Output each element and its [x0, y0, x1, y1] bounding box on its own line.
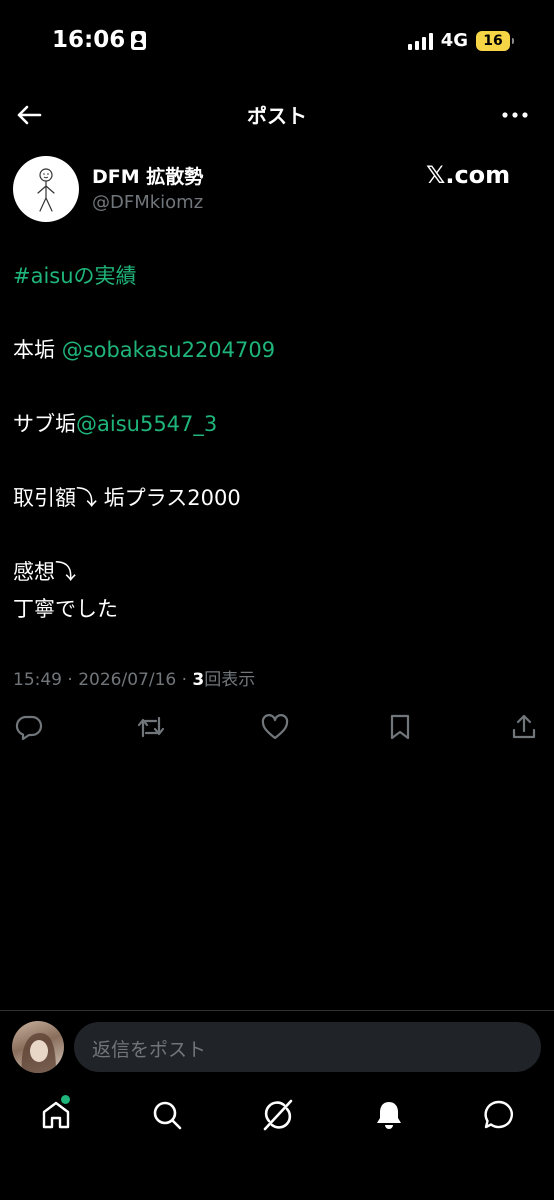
action-bar — [0, 710, 554, 744]
composer-divider — [0, 1010, 554, 1011]
author-avatar[interactable] — [13, 156, 79, 222]
post-time: 15:49 — [13, 670, 62, 690]
status-indicators: 4G 16 — [407, 30, 514, 51]
post-meta: 15:49 · 2026/07/16 · 3回表示 — [13, 665, 255, 690]
notifications-icon[interactable] — [372, 1098, 406, 1132]
post-line-impression: 感想⤵︎ — [13, 560, 76, 584]
meta-separator: · — [181, 670, 188, 690]
more-options-icon[interactable] — [500, 100, 530, 130]
meta-separator: · — [67, 670, 73, 690]
status-bar: 16:06 4G 16 — [0, 0, 554, 80]
status-time-group: 16:06 — [52, 27, 147, 53]
view-label: 回表示 — [204, 670, 256, 690]
post-line-prefix: サブ垢 — [13, 412, 76, 436]
post-text: #aisuの実績 本垢 @sobakasu2204709 サブ垢@aisu554… — [13, 258, 541, 628]
reply-input[interactable]: 返信をポスト — [74, 1022, 541, 1072]
home-icon[interactable] — [39, 1098, 73, 1132]
x-watermark: 𝕏.com — [426, 161, 511, 189]
top-bar: ポスト — [0, 92, 554, 138]
post-line-trade: 取引額⤵︎ 垢プラス2000 — [13, 486, 241, 510]
post-line-main-account: 本垢 @sobakasu2204709 — [13, 332, 541, 369]
author-name[interactable]: DFM 拡散勢 — [92, 162, 203, 189]
messages-icon[interactable] — [482, 1098, 516, 1132]
post-line-sub-account: サブ垢@aisu5547_3 — [13, 406, 541, 443]
share-icon[interactable] — [509, 712, 539, 742]
grok-icon[interactable] — [261, 1098, 295, 1132]
contact-card-icon — [131, 30, 147, 50]
post-date: 2026/07/16 — [78, 670, 177, 690]
page-title: ポスト — [247, 104, 307, 128]
bookmark-icon[interactable] — [385, 712, 415, 742]
repost-icon[interactable] — [136, 712, 166, 742]
battery-icon: 16 — [476, 30, 514, 51]
signal-icon — [407, 32, 433, 50]
like-icon[interactable] — [260, 712, 290, 742]
search-icon[interactable] — [150, 1098, 184, 1132]
reply-icon[interactable] — [14, 712, 44, 742]
mention-link[interactable]: @aisu5547_3 — [76, 412, 217, 436]
post-line-comment: 丁寧でした — [13, 597, 118, 621]
reply-placeholder: 返信をポスト — [92, 1039, 207, 1061]
bottom-nav — [0, 1098, 554, 1138]
mention-link[interactable]: @sobakasu2204709 — [62, 338, 275, 362]
my-avatar[interactable] — [12, 1021, 64, 1073]
hashtag-link[interactable]: #aisuの実績 — [13, 258, 541, 295]
author-handle[interactable]: @DFMkiomz — [92, 192, 203, 213]
status-time: 16:06 — [52, 27, 126, 53]
battery-level: 16 — [483, 32, 503, 49]
post-line-prefix: 本垢 — [13, 338, 62, 362]
view-count: 3 — [192, 670, 205, 690]
network-type: 4G — [440, 30, 468, 51]
